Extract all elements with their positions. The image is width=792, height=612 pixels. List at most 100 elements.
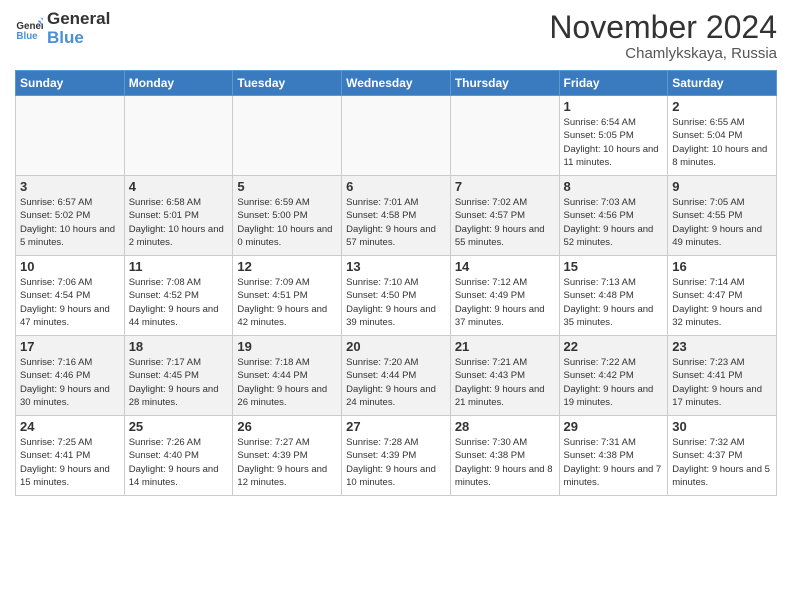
weekday-header-tuesday: Tuesday (233, 71, 342, 96)
day-info: Sunrise: 6:58 AM Sunset: 5:01 PM Dayligh… (129, 196, 229, 249)
day-info: Sunrise: 7:26 AM Sunset: 4:40 PM Dayligh… (129, 436, 229, 489)
day-number: 12 (237, 259, 337, 274)
calendar-cell-week1-day3 (233, 96, 342, 176)
day-number: 17 (20, 339, 120, 354)
day-number: 11 (129, 259, 229, 274)
day-number: 26 (237, 419, 337, 434)
day-info: Sunrise: 7:09 AM Sunset: 4:51 PM Dayligh… (237, 276, 337, 329)
month-title: November 2024 (549, 10, 777, 45)
day-info: Sunrise: 7:25 AM Sunset: 4:41 PM Dayligh… (20, 436, 120, 489)
day-info: Sunrise: 7:28 AM Sunset: 4:39 PM Dayligh… (346, 436, 446, 489)
calendar-cell-week1-day1 (16, 96, 125, 176)
calendar-cell-week3-day4: 13 Sunrise: 7:10 AM Sunset: 4:50 PM Dayli… (342, 256, 451, 336)
calendar-header-row: SundayMondayTuesdayWednesdayThursdayFrid… (16, 71, 777, 96)
calendar-cell-week3-day5: 14 Sunrise: 7:12 AM Sunset: 4:49 PM Dayli… (450, 256, 559, 336)
day-info: Sunrise: 7:06 AM Sunset: 4:54 PM Dayligh… (20, 276, 120, 329)
calendar-cell-week2-day5: 7Sunrise: 7:02 AM Sunset: 4:57 PM Daylig… (450, 176, 559, 256)
calendar-cell-week3-day7: 16 Sunrise: 7:14 AM Sunset: 4:47 PM Dayli… (668, 256, 777, 336)
day-number: 9 (672, 179, 772, 194)
logo-blue: Blue (47, 29, 110, 48)
svg-text:Blue: Blue (16, 30, 38, 41)
day-info: Sunrise: 7:16 AM Sunset: 4:46 PM Dayligh… (20, 356, 120, 409)
calendar-week-2: 3 Sunrise: 6:57 AM Sunset: 5:02 PM Daylig… (16, 176, 777, 256)
weekday-header-wednesday: Wednesday (342, 71, 451, 96)
calendar-week-1: 1 Sunrise: 6:54 AM Sunset: 5:05 PM Daylig… (16, 96, 777, 176)
day-info: Sunrise: 7:30 AM Sunset: 4:38 PM Dayligh… (455, 436, 555, 489)
day-number: 1 (564, 99, 664, 114)
day-number: 24 (20, 419, 120, 434)
day-info: Sunrise: 7:05 AM Sunset: 4:55 PM Dayligh… (672, 196, 772, 249)
day-number: 8 (564, 179, 664, 194)
calendar-cell-week1-day5 (450, 96, 559, 176)
day-number: 14 (455, 259, 555, 274)
day-info: Sunrise: 7:03 AM Sunset: 4:56 PM Dayligh… (564, 196, 664, 249)
location: Chamlykskaya, Russia (549, 45, 777, 62)
day-info: Sunrise: 7:14 AM Sunset: 4:47 PM Dayligh… (672, 276, 772, 329)
day-number: 19 (237, 339, 337, 354)
calendar-week-3: 10 Sunrise: 7:06 AM Sunset: 4:54 PM Dayli… (16, 256, 777, 336)
day-number: 13 (346, 259, 446, 274)
day-number: 3 (20, 179, 120, 194)
day-info: Sunrise: 7:01 AM Sunset: 4:58 PM Dayligh… (346, 196, 446, 249)
day-info: Sunrise: 7:23 AM Sunset: 4:41 PM Dayligh… (672, 356, 772, 409)
calendar-cell-week3-day3: 12 Sunrise: 7:09 AM Sunset: 4:51 PM Dayli… (233, 256, 342, 336)
day-number: 20 (346, 339, 446, 354)
calendar-cell-week5-day4: 27 Sunrise: 7:28 AM Sunset: 4:39 PM Dayli… (342, 416, 451, 496)
calendar-cell-week3-day1: 10 Sunrise: 7:06 AM Sunset: 4:54 PM Dayli… (16, 256, 125, 336)
day-number: 10 (20, 259, 120, 274)
calendar-cell-week4-day2: 18 Sunrise: 7:17 AM Sunset: 4:45 PM Dayli… (124, 336, 233, 416)
day-number: 4 (129, 179, 229, 194)
calendar-cell-week1-day7: 2 Sunrise: 6:55 AM Sunset: 5:04 PM Daylig… (668, 96, 777, 176)
calendar-cell-week2-day6: 8 Sunrise: 7:03 AM Sunset: 4:56 PM Daylig… (559, 176, 668, 256)
day-info: Sunrise: 7:22 AM Sunset: 4:42 PM Dayligh… (564, 356, 664, 409)
day-info: Sunrise: 7:17 AM Sunset: 4:45 PM Dayligh… (129, 356, 229, 409)
calendar-cell-week4-day7: 23 Sunrise: 7:23 AM Sunset: 4:41 PM Dayli… (668, 336, 777, 416)
day-number: 15 (564, 259, 664, 274)
day-info: Sunrise: 7:08 AM Sunset: 4:52 PM Dayligh… (129, 276, 229, 329)
calendar-cell-week5-day6: 29Sunrise: 7:31 AM Sunset: 4:38 PM Dayli… (559, 416, 668, 496)
calendar-cell-week2-day7: 9 Sunrise: 7:05 AM Sunset: 4:55 PM Daylig… (668, 176, 777, 256)
day-number: 5 (237, 179, 337, 194)
calendar-cell-week1-day6: 1 Sunrise: 6:54 AM Sunset: 5:05 PM Daylig… (559, 96, 668, 176)
calendar-week-4: 17 Sunrise: 7:16 AM Sunset: 4:46 PM Dayli… (16, 336, 777, 416)
calendar-cell-week4-day6: 22 Sunrise: 7:22 AM Sunset: 4:42 PM Dayli… (559, 336, 668, 416)
logo: General Blue General Blue (15, 10, 110, 47)
logo-general: General (47, 10, 110, 29)
calendar-cell-week4-day3: 19 Sunrise: 7:18 AM Sunset: 4:44 PM Dayli… (233, 336, 342, 416)
day-number: 29 (564, 419, 664, 434)
day-info: Sunrise: 7:21 AM Sunset: 4:43 PM Dayligh… (455, 356, 555, 409)
calendar-cell-week4-day5: 21Sunrise: 7:21 AM Sunset: 4:43 PM Dayli… (450, 336, 559, 416)
calendar-cell-week4-day1: 17 Sunrise: 7:16 AM Sunset: 4:46 PM Dayli… (16, 336, 125, 416)
day-info: Sunrise: 6:55 AM Sunset: 5:04 PM Dayligh… (672, 116, 772, 169)
calendar-cell-week4-day4: 20Sunrise: 7:20 AM Sunset: 4:44 PM Dayli… (342, 336, 451, 416)
calendar-table: SundayMondayTuesdayWednesdayThursdayFrid… (15, 70, 777, 496)
day-number: 2 (672, 99, 772, 114)
day-number: 25 (129, 419, 229, 434)
calendar-cell-week2-day3: 5 Sunrise: 6:59 AM Sunset: 5:00 PM Daylig… (233, 176, 342, 256)
calendar-cell-week1-day2 (124, 96, 233, 176)
day-number: 30 (672, 419, 772, 434)
day-info: Sunrise: 7:10 AM Sunset: 4:50 PM Dayligh… (346, 276, 446, 329)
day-number: 23 (672, 339, 772, 354)
day-number: 27 (346, 419, 446, 434)
calendar-cell-week2-day4: 6 Sunrise: 7:01 AM Sunset: 4:58 PM Daylig… (342, 176, 451, 256)
day-number: 16 (672, 259, 772, 274)
weekday-header-sunday: Sunday (16, 71, 125, 96)
day-info: Sunrise: 6:59 AM Sunset: 5:00 PM Dayligh… (237, 196, 337, 249)
day-info: Sunrise: 7:02 AM Sunset: 4:57 PM Dayligh… (455, 196, 555, 249)
day-info: Sunrise: 7:32 AM Sunset: 4:37 PM Dayligh… (672, 436, 772, 489)
weekday-header-friday: Friday (559, 71, 668, 96)
day-info: Sunrise: 7:18 AM Sunset: 4:44 PM Dayligh… (237, 356, 337, 409)
day-info: Sunrise: 6:57 AM Sunset: 5:02 PM Dayligh… (20, 196, 120, 249)
calendar-cell-week1-day4 (342, 96, 451, 176)
calendar-cell-week5-day1: 24 Sunrise: 7:25 AM Sunset: 4:41 PM Dayli… (16, 416, 125, 496)
weekday-header-saturday: Saturday (668, 71, 777, 96)
calendar-cell-week2-day2: 4 Sunrise: 6:58 AM Sunset: 5:01 PM Daylig… (124, 176, 233, 256)
day-info: Sunrise: 7:12 AM Sunset: 4:49 PM Dayligh… (455, 276, 555, 329)
day-number: 22 (564, 339, 664, 354)
page-container: General Blue General Blue November 2024 … (0, 0, 792, 506)
day-info: Sunrise: 6:54 AM Sunset: 5:05 PM Dayligh… (564, 116, 664, 169)
logo-icon: General Blue (15, 15, 43, 43)
day-number: 6 (346, 179, 446, 194)
day-number: 18 (129, 339, 229, 354)
